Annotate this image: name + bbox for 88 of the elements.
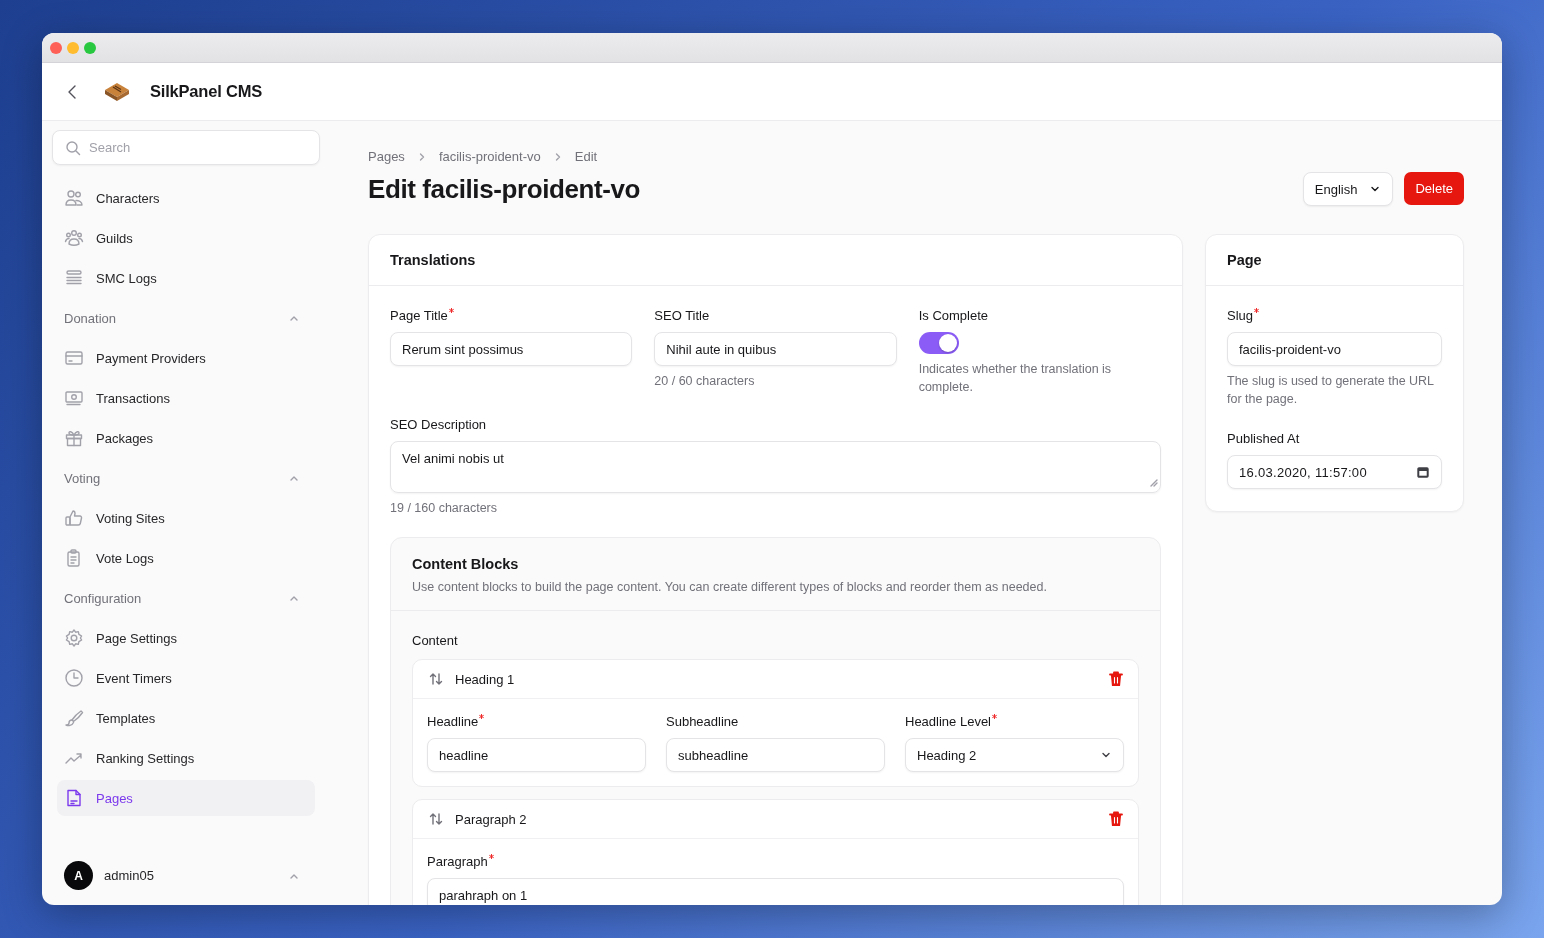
breadcrumb-link[interactable]: Pages [368, 148, 405, 166]
field-label: SEO Title [654, 307, 711, 325]
brush-icon [64, 708, 84, 728]
user-avatar[interactable]: A [64, 861, 93, 890]
select-field[interactable]: Heading 2 [905, 738, 1124, 772]
trash-icon [1109, 671, 1123, 687]
field-label: Subheadline [666, 713, 740, 731]
nav-item[interactable]: Templates [57, 700, 315, 736]
group-icon [64, 228, 84, 248]
nav-group-label: Configuration [64, 590, 142, 606]
user-name: admin05 [104, 868, 155, 883]
text-field[interactable]: headline [427, 738, 646, 772]
card-title: Translations [390, 252, 476, 268]
nav-group-label: Donation [64, 310, 117, 326]
toggle-switch[interactable] [918, 332, 959, 354]
nav-item[interactable]: Characters [57, 180, 315, 216]
panel-description: Use content blocks to build the page content. You can create different types of blocks and reorder them as needed. [412, 579, 1048, 596]
calendar-icon [1416, 465, 1430, 479]
app-title: SilkPanel CMS [150, 82, 263, 101]
field-label: Is Complete [918, 307, 990, 325]
field-hint: 20 / 60 characters [654, 373, 756, 390]
nav-item[interactable]: Vote Logs [57, 540, 315, 576]
language-select[interactable]: English [1302, 172, 1394, 206]
breadcrumb-link[interactable]: Edit [574, 148, 598, 166]
document-icon [64, 788, 84, 808]
banknote-icon [64, 388, 84, 408]
nav-item[interactable]: Voting Sites [57, 500, 315, 536]
gift-icon [64, 428, 84, 448]
nav-item[interactable]: Event Timers [57, 660, 315, 696]
nav-item[interactable]: Ranking Settings [57, 740, 315, 776]
field-label: Published At [1227, 430, 1301, 448]
delete-button[interactable]: Delete [1404, 172, 1464, 205]
breadcrumb-link[interactable]: facilis-proident-vo [438, 148, 541, 166]
panel-title: Content Blocks [412, 555, 520, 574]
back-icon[interactable] [66, 83, 78, 100]
zoom-button[interactable] [84, 41, 96, 54]
field-label: Slug [1227, 307, 1442, 325]
required-icon [479, 714, 485, 719]
users-icon [64, 188, 84, 208]
reorder-handle[interactable] [428, 671, 444, 687]
trash-icon [1109, 811, 1123, 827]
minimize-button[interactable] [67, 41, 79, 54]
back-chevron-icon [66, 83, 78, 100]
field-hint: 19 / 160 characters [390, 500, 498, 517]
field-label: Content [412, 632, 459, 650]
date-field[interactable]: 16.03.2020, 11:57:00 [1227, 455, 1442, 489]
box-logo-icon [104, 81, 130, 102]
field-label: Headline [427, 713, 646, 731]
text-area[interactable]: Vel animi nobis ut [390, 441, 1161, 493]
clock-icon [64, 668, 84, 688]
required-icon [992, 714, 997, 719]
nav-group-label: Voting [64, 470, 101, 486]
field-label: SEO Description [390, 416, 488, 434]
block-title: Paragraph 2 [455, 811, 527, 827]
page-title: Edit facilis-proident-vo [368, 173, 641, 206]
nav-item[interactable]: Page Settings [57, 620, 315, 656]
sort-arrows-icon [428, 671, 444, 687]
settings-icon [64, 628, 84, 648]
card-icon [64, 348, 84, 368]
field-label: Paragraph [427, 853, 1124, 871]
nav-item[interactable]: Pages [57, 780, 315, 816]
nav-item[interactable]: Guilds [57, 220, 315, 256]
block-title: Heading 1 [455, 671, 515, 687]
reorder-handle[interactable] [428, 811, 444, 827]
close-button[interactable] [50, 41, 62, 54]
field-hint: Indicates whether the translation is complete. [918, 361, 1113, 396]
card-title: Page [1227, 252, 1262, 268]
required-icon [1254, 308, 1260, 313]
sort-arrows-icon [428, 811, 444, 827]
required-icon [488, 854, 494, 859]
text-field[interactable]: Nihil aute in quibus [654, 332, 897, 366]
nav-item[interactable]: Payment Providers [57, 340, 315, 376]
search-icon [65, 139, 81, 156]
field-hint: The slug is used to generate the URL for the page. [1227, 373, 1435, 408]
text-field[interactable]: facilis-proident-vo [1227, 332, 1442, 366]
nav-item[interactable]: SMC Logs [57, 260, 315, 296]
nav-item[interactable]: Transactions [57, 380, 315, 416]
field-label: Headline Level [905, 713, 1124, 731]
text-field[interactable]: Rerum sint possimus [390, 332, 633, 366]
delete-block-button[interactable] [1109, 811, 1123, 827]
delete-block-button[interactable] [1109, 671, 1123, 687]
text-field[interactable]: subheadline [666, 738, 885, 772]
field-label: Page Title [390, 307, 633, 325]
text-field[interactable]: parahraph on 1 [427, 878, 1124, 905]
resize-grip-icon [1150, 479, 1158, 487]
nav-item[interactable]: Packages [57, 420, 315, 456]
thumbs-up-icon [64, 508, 84, 528]
required-icon [448, 308, 454, 313]
